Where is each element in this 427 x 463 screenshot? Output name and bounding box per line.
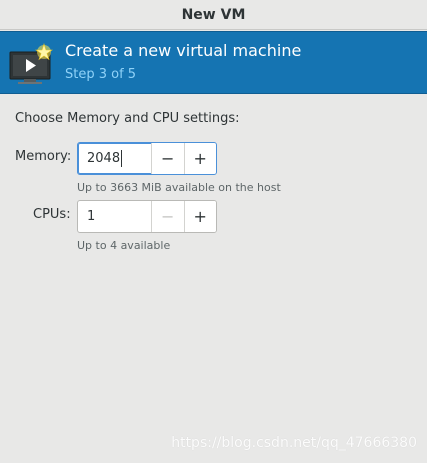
cpus-label: CPUs: [33,207,71,222]
window-title: New VM [181,6,246,23]
cpus-input[interactable]: 1 [78,201,151,232]
memory-spinbutton[interactable]: 2048 − + [77,142,217,175]
section-heading: Choose Memory and CPU settings: [15,111,240,126]
cpus-decrement-button[interactable]: − [151,201,184,232]
memory-value: 2048 [87,151,121,166]
wizard-title: Create a new virtual machine [65,41,302,60]
wizard-header: Create a new virtual machine Step 3 of 5 [0,31,427,94]
window-titlebar: New VM [0,0,427,30]
wizard-step-indicator: Step 3 of 5 [65,67,137,82]
cpus-increment-button[interactable]: + [183,201,216,232]
memory-hint: Up to 3663 MiB available on the host [77,181,281,194]
memory-increment-button[interactable]: + [183,143,216,174]
cpus-spinbutton[interactable]: 1 − + [77,200,217,233]
memory-input[interactable]: 2048 [78,143,151,174]
cpus-hint: Up to 4 available [77,239,171,252]
text-caret [121,150,123,167]
watermark-text: https://blog.csdn.net/qq_47666380 [171,435,417,451]
new-vm-monitor-icon [9,43,53,84]
cpus-value: 1 [87,209,96,224]
memory-label: Memory: [15,149,72,164]
memory-decrement-button[interactable]: − [151,143,184,174]
